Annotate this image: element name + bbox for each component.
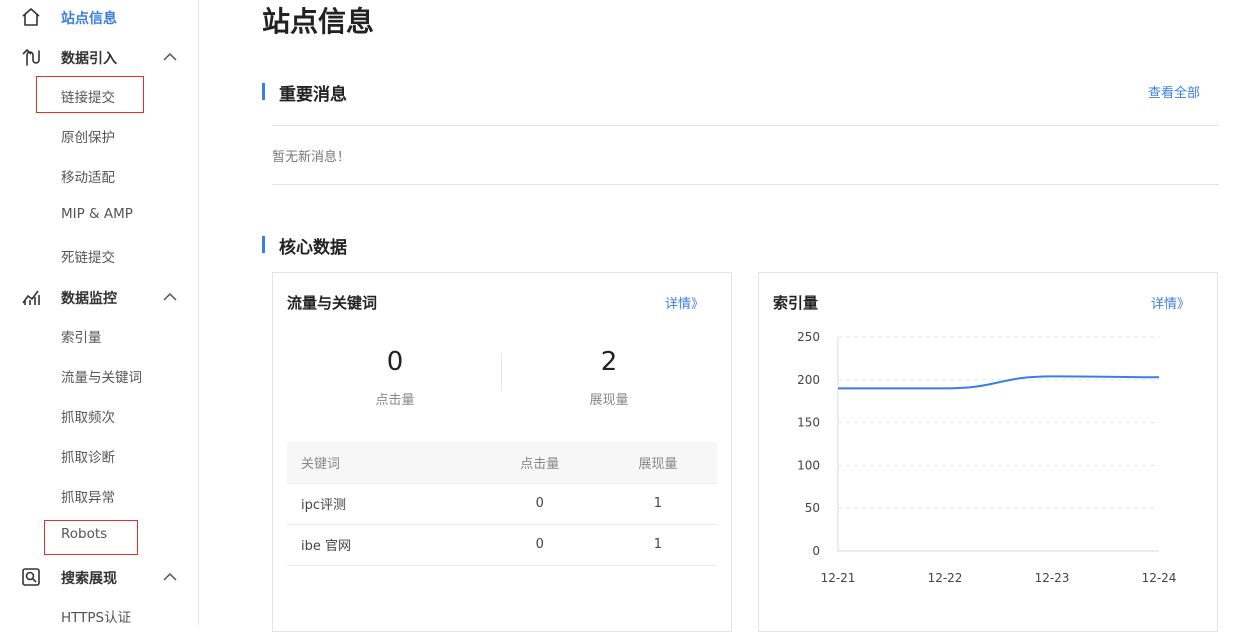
impressions-label: 展现量	[549, 389, 669, 408]
chevron-up-icon	[162, 49, 178, 65]
sidebar-group-label: 数据引入	[61, 48, 117, 68]
chevron-up-icon	[162, 569, 178, 585]
x-tick-label: 12-21	[821, 571, 856, 585]
y-tick-label: 250	[797, 330, 820, 344]
table-row: ibe 官网 0 1	[287, 524, 717, 565]
divider	[272, 125, 1219, 126]
index-volume-chart: 0 50 100 150 200 250 12-21 12-22 12-23 12-24	[759, 273, 1217, 603]
sidebar-item-crawl-diagnose[interactable]: 抓取诊断	[61, 446, 115, 466]
clicks-cell: 0	[481, 483, 599, 524]
divider	[272, 184, 1219, 185]
keyword-cell: ibe 官网	[287, 524, 481, 565]
page-title: 站点信息	[262, 0, 374, 40]
table-row: ipc评测 0 1	[287, 483, 717, 524]
clicks-label: 点击量	[335, 389, 455, 408]
index-volume-card: 索引量 详情》 05010015020025012-2112-2212-2312…	[758, 272, 1218, 632]
column-header-impressions: 展现量	[599, 442, 717, 483]
sidebar-item-mobile-adapt[interactable]: 移动适配	[61, 166, 115, 186]
card-title: 流量与关键词	[287, 292, 377, 313]
sidebar: 站点信息 数据引入 链接提交 原创保护 移动适配 MIP & AMP 死链提交 …	[0, 0, 199, 625]
chevron-up-icon	[162, 289, 178, 305]
sidebar-item-traffic-keywords[interactable]: 流量与关键词	[61, 366, 142, 386]
sidebar-item-original-protect[interactable]: 原创保护	[61, 126, 115, 146]
section-marker	[262, 236, 265, 253]
y-tick-label: 200	[797, 373, 820, 387]
sidebar-group-label: 数据监控	[61, 288, 117, 308]
impressions-cell: 1	[599, 524, 717, 565]
keywords-table: 关键词 点击量 展现量 ipc评测 0 1 ibe 官网 0 1	[287, 442, 717, 566]
traffic-keywords-card: 流量与关键词 详情》 0 点击量 2 展现量 关键词 点击量 展现量 ipc评测…	[272, 272, 732, 632]
sidebar-item-deadlink-submit[interactable]: 死链提交	[61, 246, 115, 266]
sidebar-item-label: 站点信息	[61, 8, 117, 28]
y-tick-label: 0	[812, 544, 820, 558]
impressions-cell: 1	[599, 483, 717, 524]
sidebar-item-index-volume[interactable]: 索引量	[61, 326, 102, 346]
highlight-box	[36, 76, 144, 113]
messages-section-title: 重要消息	[279, 80, 347, 105]
x-tick-label: 12-24	[1142, 571, 1177, 585]
sidebar-group-data-import[interactable]: 数据引入	[0, 43, 199, 71]
x-tick-label: 12-23	[1035, 571, 1070, 585]
home-icon	[20, 6, 42, 28]
core-data-section-title: 核心数据	[279, 233, 347, 258]
clicks-cell: 0	[481, 524, 599, 565]
search-display-icon	[20, 566, 42, 588]
sidebar-item-mip-amp[interactable]: MIP & AMP	[61, 206, 133, 222]
sidebar-item-https-cert[interactable]: HTTPS认证	[61, 606, 131, 626]
series-line	[838, 376, 1159, 388]
table-header-row: 关键词 点击量 展现量	[287, 442, 717, 483]
column-header-clicks: 点击量	[481, 442, 599, 483]
y-tick-label: 100	[797, 458, 820, 472]
empty-message: 暂无新消息！	[272, 146, 350, 165]
link-import-icon	[20, 46, 42, 68]
keyword-cell: ipc评测	[287, 483, 481, 524]
sidebar-group-search-display[interactable]: 搜索展现	[0, 563, 199, 591]
sidebar-group-data-monitor[interactable]: 数据监控	[0, 283, 199, 311]
y-tick-label: 50	[805, 501, 820, 515]
sidebar-item-crawl-error[interactable]: 抓取异常	[61, 486, 115, 506]
section-marker	[262, 83, 265, 100]
sidebar-item-crawl-frequency[interactable]: 抓取频次	[61, 406, 115, 426]
column-header-keyword: 关键词	[287, 442, 481, 483]
view-all-link[interactable]: 查看全部	[1148, 82, 1200, 101]
traffic-detail-link[interactable]: 详情》	[665, 293, 704, 312]
impressions-value: 2	[549, 347, 669, 377]
x-tick-label: 12-22	[928, 571, 963, 585]
stat-divider	[501, 353, 502, 391]
sidebar-item-site-info[interactable]: 站点信息	[0, 3, 199, 31]
y-tick-label: 150	[797, 416, 820, 430]
highlight-box	[44, 520, 138, 555]
chart-icon	[20, 286, 42, 308]
clicks-value: 0	[335, 347, 455, 377]
sidebar-group-label: 搜索展现	[61, 568, 117, 588]
